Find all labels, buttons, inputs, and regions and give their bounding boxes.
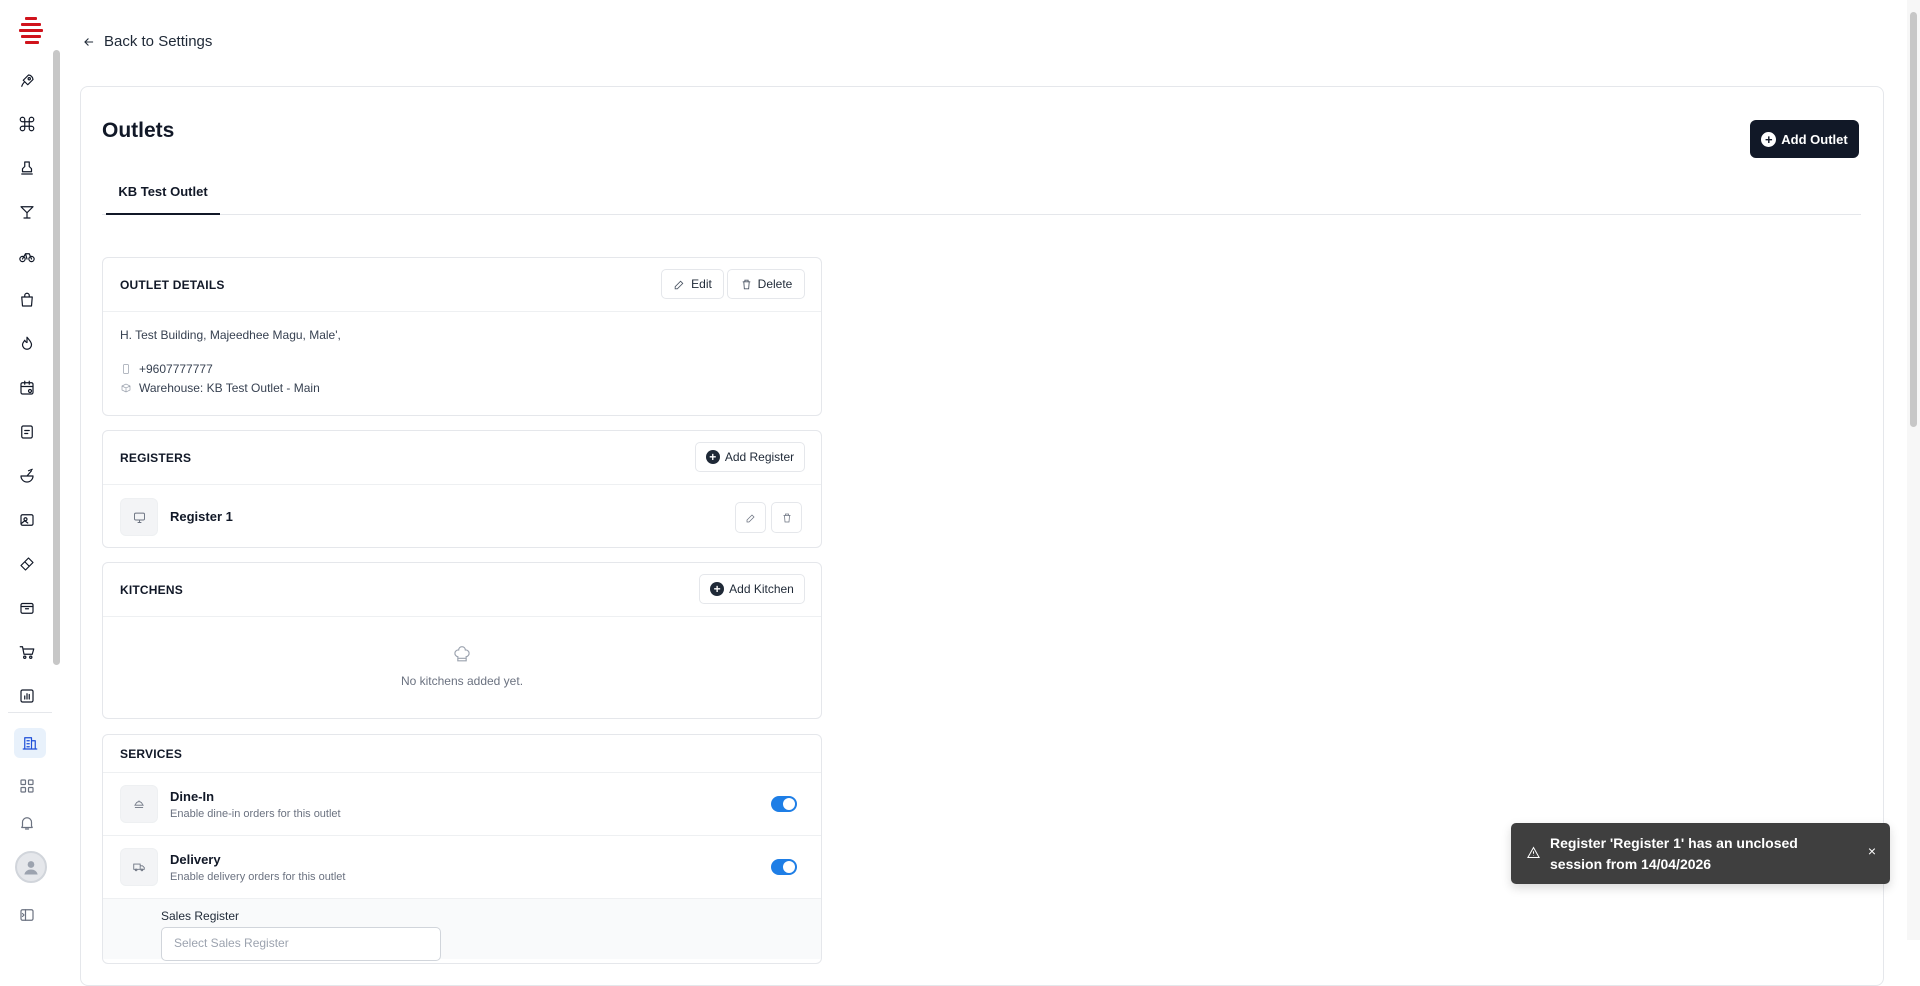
ticket-icon[interactable] (16, 553, 38, 575)
stamp-icon[interactable] (16, 157, 38, 179)
service-description: Enable delivery orders for this outlet (170, 871, 346, 883)
service-name: Dine-In (170, 789, 215, 804)
command-icon[interactable] (16, 113, 38, 135)
service-row-dine-in: Dine-In Enable dine-in orders for this o… (103, 773, 821, 836)
delivery-toggle[interactable] (771, 859, 797, 875)
bell-icon[interactable] (16, 812, 38, 834)
flame-icon[interactable] (16, 333, 38, 355)
service-name: Delivery (170, 852, 221, 867)
chef-hat-icon (452, 645, 472, 670)
services-section: SERVICES Dine-In Enable dine-in orders f… (102, 734, 822, 964)
main-scrollbar-thumb[interactable] (1910, 12, 1917, 427)
back-to-settings-link[interactable]: Back to Settings (82, 33, 212, 50)
calendar-gear-icon[interactable] (16, 377, 38, 399)
register-name: Register 1 (170, 509, 233, 524)
warning-icon (1526, 845, 1541, 860)
add-register-button[interactable]: + Add Register (695, 442, 805, 472)
delete-button[interactable]: Delete (727, 269, 805, 299)
truck-icon (120, 848, 158, 886)
trash-icon (783, 513, 790, 522)
registers-title: REGISTERS (120, 451, 192, 465)
sidebar (0, 0, 52, 940)
kitchens-section: KITCHENS + Add Kitchen No kitchens added… (102, 562, 822, 719)
edit-button[interactable]: Edit (661, 269, 724, 299)
list-item: Register 1 (103, 485, 821, 547)
sidebar-scrollbar[interactable] (53, 50, 60, 665)
phone-icon (120, 362, 132, 374)
app-logo[interactable] (19, 17, 43, 44)
session-warning-toast: Register 'Register 1' has an unclosed se… (1511, 823, 1890, 884)
plus-circle-icon: + (1761, 131, 1777, 147)
service-description: Enable dine-in orders for this outlet (170, 808, 341, 820)
bicycle-icon[interactable] (16, 245, 38, 267)
trash-icon (742, 279, 750, 289)
add-kitchen-button[interactable]: + Add Kitchen (699, 574, 805, 604)
cart-icon[interactable] (16, 641, 38, 663)
plus-circle-icon: + (705, 450, 720, 464)
add-kitchen-label: Add Kitchen (729, 582, 794, 596)
tab-kb-test-outlet[interactable]: KB Test Outlet (106, 180, 220, 215)
delete-label: Delete (757, 277, 793, 291)
edit-register-button[interactable] (735, 502, 766, 533)
sidebar-divider (8, 712, 52, 713)
registers-header: REGISTERS + Add Register (103, 431, 821, 485)
add-outlet-label: Add Outlet (1781, 131, 1848, 147)
dine-in-icon (120, 785, 158, 823)
edit-icon (674, 280, 684, 289)
monitor-icon (120, 498, 158, 536)
outlet-details-title: OUTLET DETAILS (120, 278, 225, 292)
shopping-bag-icon[interactable] (16, 289, 38, 311)
services-header: SERVICES (103, 735, 821, 773)
bowl-icon[interactable] (16, 465, 38, 487)
kitchens-title: KITCHENS (120, 583, 183, 597)
rocket-icon[interactable] (16, 70, 38, 92)
close-icon[interactable]: × (1865, 843, 1879, 859)
outlet-warehouse: Warehouse: KB Test Outlet - Main (139, 381, 320, 395)
grid-icon[interactable] (16, 775, 38, 797)
registers-section: REGISTERS + Add Register Register 1 (102, 430, 822, 548)
delivery-settings: Sales Register Select Sales Register (103, 899, 821, 961)
outlet-phone: +9607777777 (139, 362, 213, 376)
add-register-label: Add Register (724, 450, 795, 464)
cocktail-icon[interactable] (16, 201, 38, 223)
add-outlet-button[interactable]: + Add Outlet (1750, 120, 1859, 158)
outlet-address: H. Test Building, Majeedhee Magu, Male', (120, 328, 341, 342)
chart-icon[interactable] (16, 685, 38, 707)
panel-icon[interactable] (16, 904, 38, 926)
box-icon (120, 381, 132, 393)
plus-circle-icon: + (710, 582, 725, 596)
image-gear-icon[interactable] (16, 509, 38, 531)
building-icon[interactable] (14, 728, 46, 758)
outlet-details-header: OUTLET DETAILS Edit Delete (103, 258, 821, 312)
sales-register-select[interactable]: Select Sales Register (161, 927, 441, 961)
edit-icon (746, 513, 755, 522)
outlet-tabs: KB Test Outlet (102, 180, 1861, 215)
kitchens-header: KITCHENS + Add Kitchen (103, 563, 821, 617)
arrow-left-icon (84, 37, 94, 46)
sales-register-label: Sales Register (161, 909, 240, 923)
kitchens-empty-text: No kitchens added yet. (400, 674, 524, 688)
dine-in-toggle[interactable] (771, 796, 797, 812)
avatar[interactable] (15, 851, 47, 883)
page-title: Outlets (102, 119, 175, 142)
receipt-icon[interactable] (16, 421, 38, 443)
main-scrollbar[interactable] (1907, 0, 1920, 940)
edit-label: Edit (691, 277, 712, 291)
service-row-delivery: Delivery Enable delivery orders for this… (103, 836, 821, 899)
delete-register-button[interactable] (771, 502, 802, 533)
services-title: SERVICES (120, 747, 183, 761)
toast-message: Register 'Register 1' has an unclosed se… (1550, 835, 1798, 872)
package-icon[interactable] (16, 597, 38, 619)
back-link-label: Back to Settings (104, 33, 213, 50)
outlet-details-section: OUTLET DETAILS Edit Delete H. Test Build… (102, 257, 822, 416)
